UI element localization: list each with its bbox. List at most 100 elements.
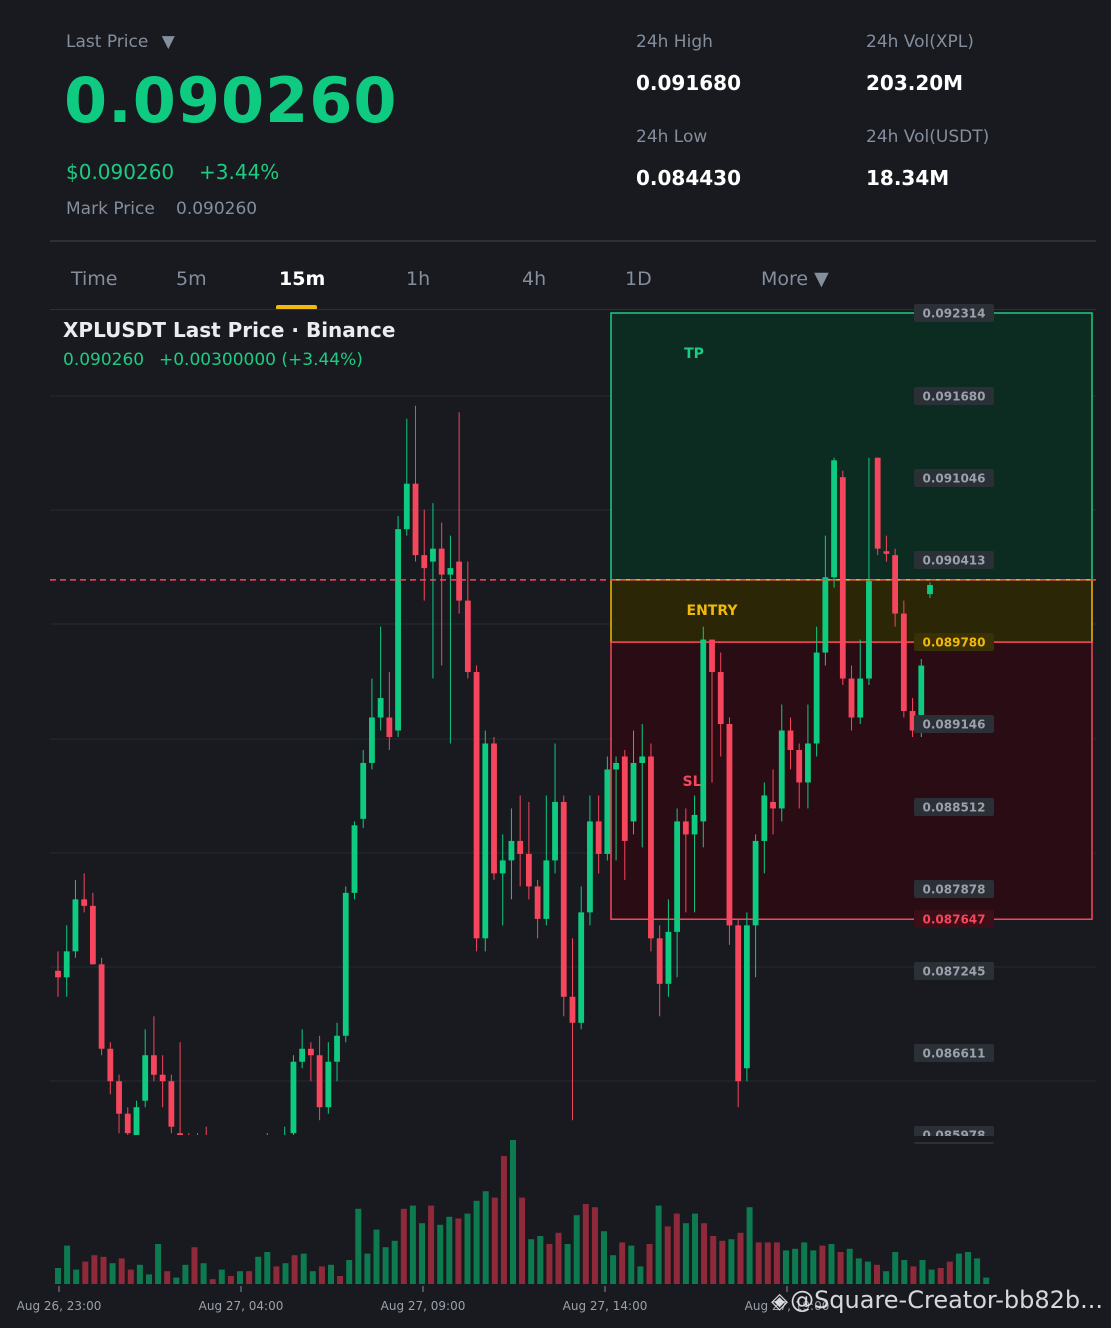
volume-bar [628, 1245, 635, 1284]
volume-bar [965, 1252, 971, 1284]
candle-body [778, 730, 785, 809]
volume-bar [710, 1236, 717, 1284]
volume-bar [282, 1263, 289, 1284]
candle-body [508, 840, 515, 861]
price-tick-label: 0.089146 [922, 718, 985, 732]
candle-body [430, 548, 436, 562]
volume-bar [946, 1261, 953, 1284]
volume-bar [100, 1256, 107, 1284]
candle-body [386, 717, 393, 737]
zone-label-entry: ENTRY [687, 603, 739, 619]
candle-body [822, 577, 829, 653]
volume-bar [801, 1242, 808, 1284]
volume-bar [318, 1266, 325, 1284]
candle-body [81, 899, 88, 906]
volume-bar [901, 1260, 908, 1284]
candle-body [569, 996, 576, 1023]
volume-bar [728, 1239, 735, 1284]
plot-bottom-mask [0, 1136, 1111, 1142]
candle-body [770, 801, 776, 809]
chart-header-price: 0.090260 [63, 350, 145, 370]
volume-bar [209, 1279, 216, 1284]
candle-body [796, 749, 803, 783]
volume-bar [746, 1207, 753, 1284]
volume-bar [883, 1271, 890, 1284]
candle-body [151, 1055, 157, 1075]
candle-body [534, 886, 541, 919]
candle-body [648, 756, 654, 939]
candlestick-chart[interactable]: TP ENTRY SL 0.092314 0.091680 0.091046 0.09041… [0, 0, 1111, 1328]
candle-body [543, 860, 550, 919]
candle-body [142, 1055, 149, 1101]
candle-body [604, 769, 611, 854]
candle-body [456, 561, 463, 601]
candle-body [307, 1048, 314, 1056]
volume-bar [182, 1264, 189, 1284]
candle-body [299, 1048, 306, 1062]
volume-bar [482, 1191, 489, 1284]
chart-header-change: +0.00300000 (+3.44%) [159, 350, 363, 370]
candle-body [839, 477, 846, 679]
volume-bar [582, 1204, 589, 1284]
candle-body [900, 613, 907, 712]
volume-bar [82, 1261, 89, 1284]
candle-body [72, 899, 79, 952]
candle-body [709, 639, 715, 673]
candle-body [831, 460, 837, 578]
candle-body [55, 970, 61, 978]
volume-bar [364, 1253, 371, 1284]
zone-entry [610, 579, 1093, 643]
volume-bar [846, 1248, 853, 1284]
volume-bar [227, 1276, 234, 1284]
volume-bar [555, 1232, 562, 1284]
volume-bar [491, 1197, 498, 1284]
volume-bar [446, 1216, 453, 1284]
candle-body [290, 1061, 297, 1134]
volume-bar [664, 1226, 671, 1284]
volume-bar [837, 1252, 844, 1284]
volume-bar [983, 1277, 990, 1284]
candle-body [247, 1166, 253, 1175]
candle-body [665, 931, 672, 984]
candle-body [630, 762, 637, 822]
volume-bar [136, 1264, 143, 1284]
volume-bar [928, 1269, 935, 1284]
zone-label-tp: TP [684, 346, 704, 362]
volume-bar [73, 1269, 80, 1284]
candle-body [238, 1172, 244, 1175]
candle-body [700, 639, 707, 822]
candle-body [412, 483, 419, 556]
candle-body [717, 672, 724, 725]
candle-body [159, 1074, 166, 1082]
candle-body [482, 743, 489, 939]
candle-body [203, 1149, 209, 1166]
volume-bar [564, 1244, 571, 1284]
candle-body [124, 1113, 131, 1134]
price-tick-label: 0.086611 [922, 1047, 985, 1061]
price-tick-label: 0.090413 [922, 554, 985, 568]
volume-bar [419, 1223, 425, 1284]
candle-body [464, 600, 471, 673]
price-tick-label: 0.088512 [922, 801, 985, 815]
price-tick-label: 0.089780 [922, 636, 985, 650]
zone-label-sl: SL [682, 774, 701, 790]
candle-body [848, 678, 855, 718]
volume-bar [200, 1263, 207, 1284]
volume-bar [601, 1231, 607, 1284]
volume-bar [764, 1242, 771, 1284]
volume-bar [255, 1256, 262, 1284]
volume-bar [528, 1239, 535, 1284]
volume-bar [519, 1197, 526, 1284]
candle-body [264, 1153, 270, 1159]
candle-body [613, 762, 619, 770]
candle-body [438, 548, 445, 575]
candle-body [735, 925, 742, 1082]
candle-body [342, 892, 349, 1036]
volume-bar [437, 1224, 444, 1284]
candle-body [107, 1048, 114, 1082]
volume-bar [937, 1268, 944, 1284]
candle-body [674, 821, 681, 932]
volume-bar [118, 1258, 125, 1284]
candle-body [221, 1172, 227, 1178]
volume-bar [455, 1218, 462, 1284]
